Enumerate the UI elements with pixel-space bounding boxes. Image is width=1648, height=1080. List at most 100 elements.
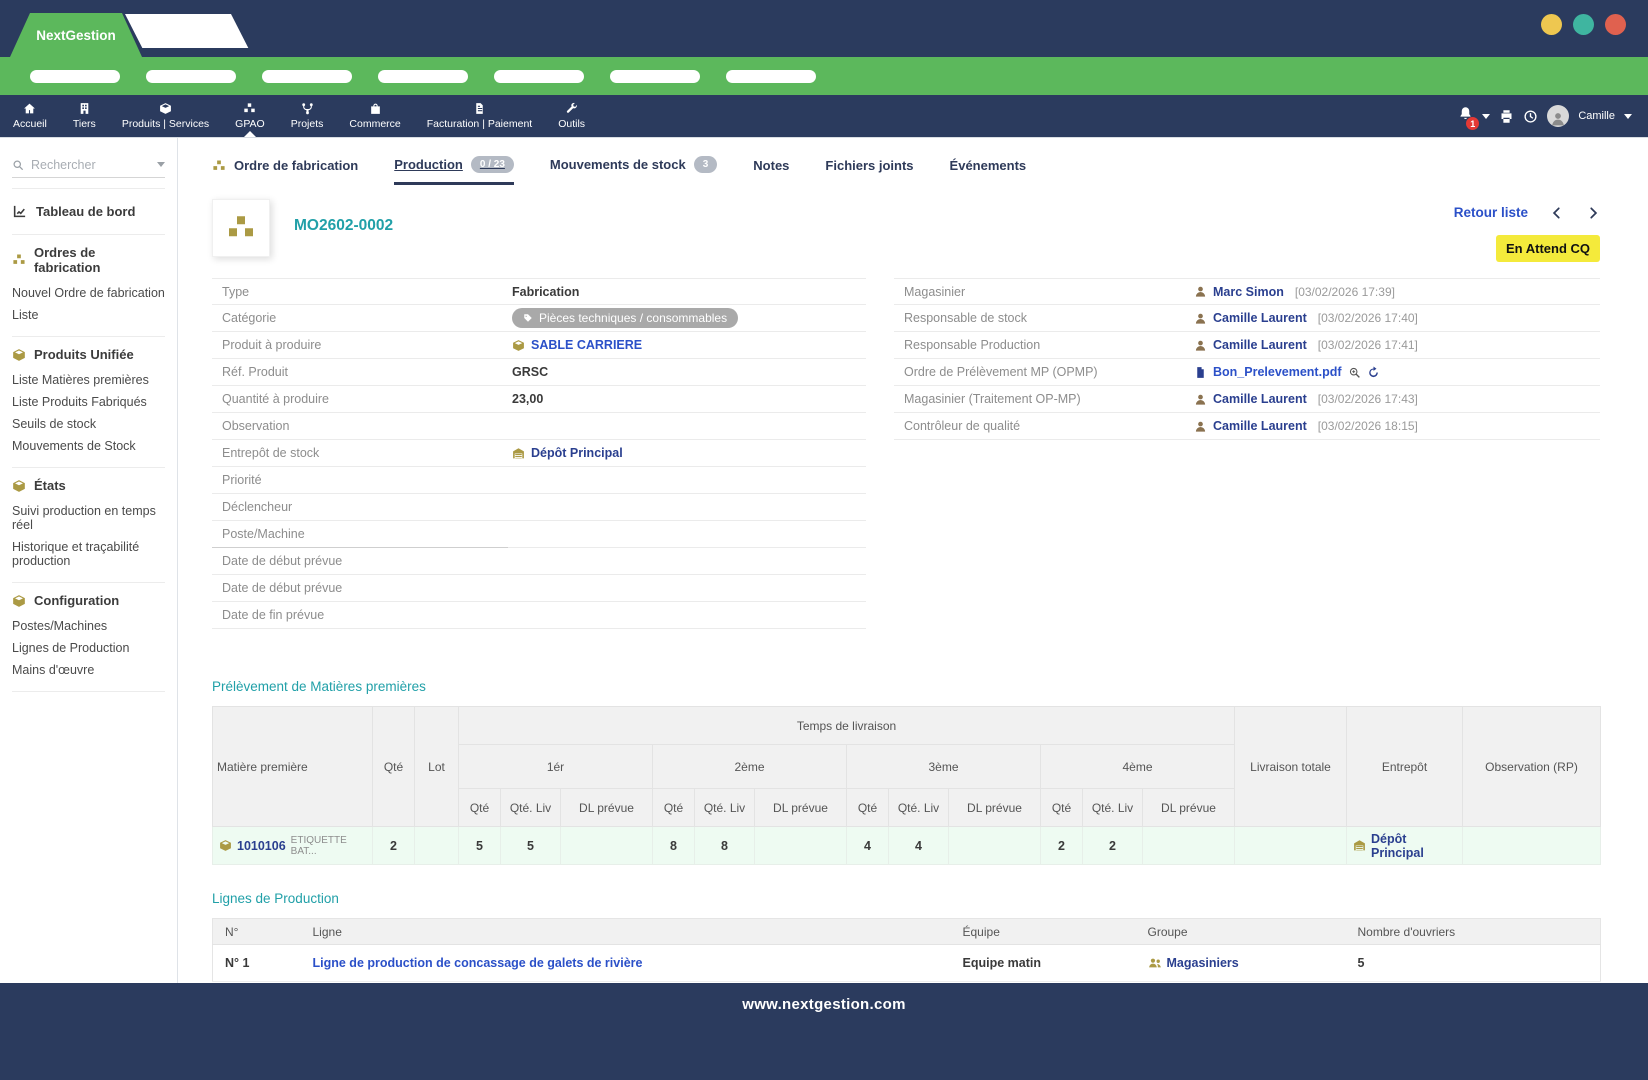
material-code-link[interactable]: 1010106 (237, 839, 286, 853)
user-link[interactable]: Camille Laurent (1213, 392, 1307, 406)
sidebar-item-historique-tracabilite[interactable]: Historique et traçabilité production (12, 536, 165, 572)
warehouse-link[interactable]: Dépôt Principal (1371, 832, 1456, 860)
warehouse-link[interactable]: Dépôt Principal (531, 446, 623, 460)
search-input[interactable] (31, 158, 150, 172)
window-minimize-dot[interactable] (1541, 14, 1562, 35)
tab-mouvements-de-stock[interactable]: Mouvements de stock 3 (550, 156, 717, 185)
tab-evenements[interactable]: Événements (950, 158, 1027, 185)
nav-commerce[interactable]: Commerce (336, 95, 413, 137)
details-left: Type Fabrication Catégorie Pièces techni… (212, 278, 866, 629)
user-menu[interactable]: Camille (1578, 110, 1615, 122)
nav-label: Commerce (349, 118, 400, 130)
detail-label: Date de début prévue (212, 581, 512, 595)
window-controls (1541, 14, 1626, 35)
notifications-button[interactable]: 1 (1458, 106, 1473, 126)
detail-row-quantite: Quantité à produire 23,00 (212, 386, 866, 413)
printer-icon[interactable] (1499, 109, 1514, 124)
sidebar-search (12, 152, 165, 178)
cubes-icon (212, 159, 226, 173)
sidebar-item-liste[interactable]: Liste (12, 304, 165, 326)
group-link[interactable]: Magasiniers (1167, 956, 1239, 970)
nav-label: Accueil (13, 118, 47, 130)
sidebar-item-postes-machines[interactable]: Postes/Machines (12, 615, 165, 637)
tab-notes[interactable]: Notes (753, 158, 789, 185)
next-record-button[interactable] (1586, 206, 1600, 220)
sidebar-item-liste-produits-fabriques[interactable]: Liste Produits Fabriqués (12, 391, 165, 413)
sidebar-item-lignes-de-production[interactable]: Lignes de Production (12, 637, 165, 659)
sidebar-section-produits-unifiee: Produits Unifiée (12, 347, 165, 362)
column-header: Qté (373, 707, 415, 827)
column-header: Qté. Liv (501, 789, 561, 827)
menu-pill[interactable] (378, 70, 468, 83)
column-header: Matière première (213, 707, 373, 827)
menu-pill[interactable] (726, 70, 816, 83)
tab-ordre-de-fabrication[interactable]: Ordre de fabrication (212, 158, 358, 185)
column-header: DL prévue (1143, 789, 1235, 827)
product-link[interactable]: SABLE CARRIERE (531, 338, 642, 352)
warehouse-icon (1353, 839, 1366, 852)
nav-gpao[interactable]: GPAO (222, 95, 278, 137)
detail-row-date-fin-prevue: Date de fin prévue (212, 602, 866, 629)
column-header: Qté. Liv (695, 789, 755, 827)
detail-row-magasinier: Magasinier Marc Simon [03/02/2026 17:39] (894, 278, 1600, 305)
pdf-link[interactable]: Bon_Prelevement.pdf (1213, 365, 1342, 379)
detail-row-categorie: Catégorie Pièces techniques / consommabl… (212, 305, 866, 332)
nav-outils[interactable]: Outils (545, 95, 598, 137)
user-link[interactable]: Camille Laurent (1213, 419, 1307, 433)
divider (12, 582, 165, 583)
sidebar-item-mains-doeuvre[interactable]: Mains d'œuvre (12, 659, 165, 681)
sidebar-item-mouvements-de-stock[interactable]: Mouvements de Stock (12, 435, 165, 457)
qty-cell: 8 (653, 827, 695, 865)
production-lines-table: N° Ligne Équipe Groupe Nombre d'ouvriers… (212, 918, 1601, 982)
nav-label: GPAO (235, 118, 265, 130)
tab-fichiers-joints[interactable]: Fichiers joints (825, 158, 913, 185)
sidebar-item-seuils-de-stock[interactable]: Seuils de stock (12, 413, 165, 435)
cubes-icon (243, 102, 256, 115)
menu-pill[interactable] (610, 70, 700, 83)
nav-projets[interactable]: Projets (278, 95, 337, 137)
nav-facturation-paiement[interactable]: Facturation | Paiement (414, 95, 545, 137)
detail-row-magasinier-opmp: Magasinier (Traitement OP-MP) Camille La… (894, 386, 1600, 413)
nav-produits-services[interactable]: Produits | Services (109, 95, 222, 137)
nav-tiers[interactable]: Tiers (60, 95, 109, 137)
column-header: Équipe (951, 919, 1136, 945)
brand-logo[interactable]: NextGestion (10, 13, 142, 57)
nav-label: Projets (291, 118, 324, 130)
detail-value: Camille Laurent [03/02/2026 17:41] (1194, 338, 1418, 352)
regenerate-icon[interactable] (1367, 366, 1380, 379)
divider (12, 691, 165, 692)
detail-label: Entrepôt de stock (212, 446, 512, 460)
user-link[interactable]: Camille Laurent (1213, 338, 1307, 352)
chevron-down-icon (157, 162, 165, 167)
zoom-preview-icon[interactable] (1348, 366, 1361, 379)
menu-pill[interactable] (262, 70, 352, 83)
nav-accueil[interactable]: Accueil (0, 95, 60, 137)
previous-record-button[interactable] (1550, 206, 1564, 220)
detail-label: Magasinier (Traitement OP-MP) (894, 392, 1194, 406)
menu-pill[interactable] (494, 70, 584, 83)
tab-production[interactable]: Production 0 / 23 (394, 156, 514, 185)
nav-label: Tiers (73, 118, 96, 130)
production-line-link[interactable]: Ligne de production de concassage de gal… (313, 956, 643, 970)
window-close-dot[interactable] (1605, 14, 1626, 35)
sidebar-item-suivi-production[interactable]: Suivi production en temps réel (12, 500, 165, 536)
sidebar-section-configuration: Configuration (12, 593, 165, 608)
detail-row-controleur-qualite: Contrôleur de qualité Camille Laurent [0… (894, 413, 1600, 440)
column-header: Qté (1041, 789, 1083, 827)
window-maximize-dot[interactable] (1573, 14, 1594, 35)
avatar[interactable] (1547, 105, 1569, 127)
sidebar-item-nouvel-ordre[interactable]: Nouvel Ordre de fabrication (12, 282, 165, 304)
team-cell: Equipe matin (951, 945, 1136, 982)
history-icon[interactable] (1523, 109, 1538, 124)
menu-pill[interactable] (146, 70, 236, 83)
sidebar-item-liste-matieres-premieres[interactable]: Liste Matières premières (12, 369, 165, 391)
user-link[interactable]: Marc Simon (1213, 285, 1284, 299)
menu-pill[interactable] (30, 70, 120, 83)
column-header: Groupe (1136, 919, 1346, 945)
user-link[interactable]: Camille Laurent (1213, 311, 1307, 325)
box-icon (12, 348, 26, 362)
back-to-list-link[interactable]: Retour liste (1454, 205, 1528, 220)
column-header-group: Temps de livraison (459, 707, 1235, 745)
sidebar-item-tableau-de-bord[interactable]: Tableau de bord (12, 199, 165, 224)
sidebar-section-ordres-de-fabrication: Ordres de fabrication (12, 245, 165, 275)
